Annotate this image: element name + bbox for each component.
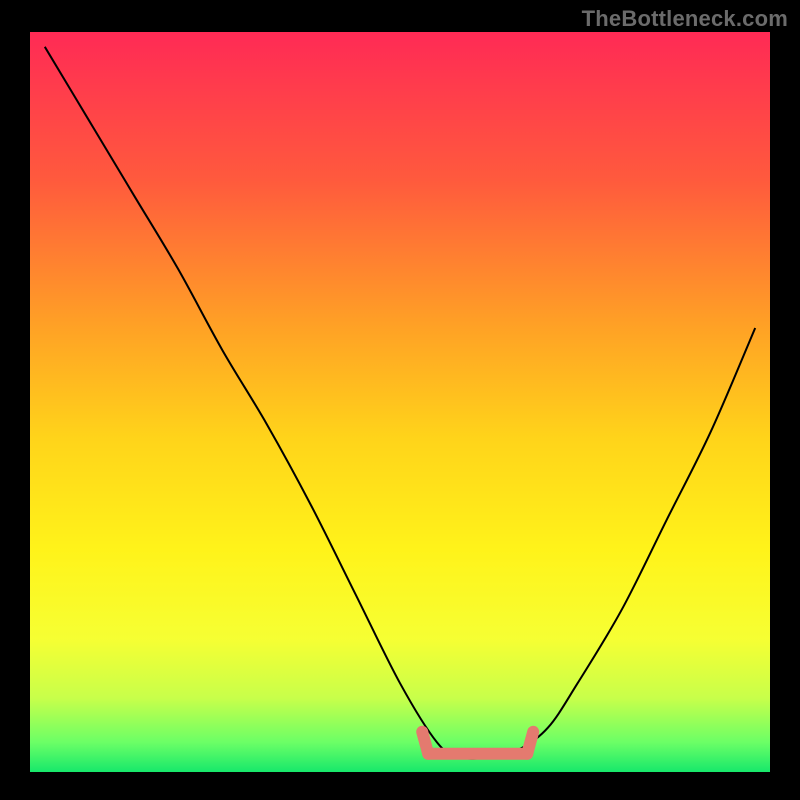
optimal-range-right-tick (527, 732, 533, 754)
bottleneck-chart (0, 0, 800, 800)
heat-gradient-background (30, 32, 770, 772)
chart-container: TheBottleneck.com (0, 0, 800, 800)
